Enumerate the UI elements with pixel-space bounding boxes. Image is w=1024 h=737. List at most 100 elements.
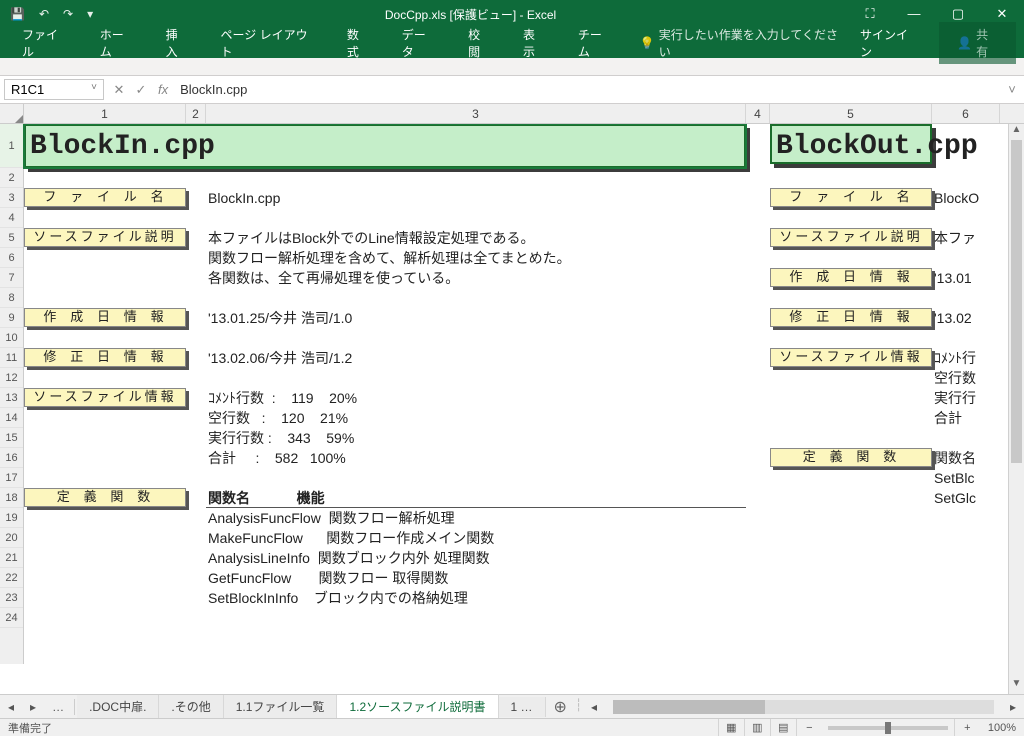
zoom-out-icon[interactable]: −: [796, 719, 822, 736]
scroll-down-icon[interactable]: ▼: [1009, 678, 1024, 694]
qat-customize-icon[interactable]: ▾: [87, 7, 93, 21]
sheet-tab-doc[interactable]: .DOC中扉.: [77, 695, 159, 718]
row-header-6[interactable]: 6: [0, 248, 23, 268]
row-header-13[interactable]: 13: [0, 388, 23, 408]
undo-icon[interactable]: ↶: [39, 7, 49, 21]
row-header-21[interactable]: 21: [0, 548, 23, 568]
zoom-level[interactable]: 100%: [980, 722, 1016, 734]
sheet-nav-more-icon[interactable]: …: [44, 700, 72, 714]
row-header-17[interactable]: 17: [0, 468, 23, 488]
col-header-6[interactable]: 6: [932, 104, 1000, 123]
row-header-1[interactable]: 1: [0, 124, 23, 168]
cell-modified[interactable]: '13.02.06/今井 浩司/1.2: [206, 348, 746, 368]
cell-f4[interactable]: GetFuncFlow 関数フロー 取得関数: [206, 568, 746, 588]
sheet-tab-next[interactable]: 1 …: [499, 697, 546, 717]
row-header-15[interactable]: 15: [0, 428, 23, 448]
zoom-in-icon[interactable]: +: [954, 719, 980, 736]
scroll-thumb[interactable]: [1011, 140, 1022, 463]
sheet-tab-filelist[interactable]: 1.1ファイル一覧: [224, 695, 338, 718]
formula-value[interactable]: BlockIn.cpp: [174, 82, 1000, 97]
row-header-20[interactable]: 20: [0, 528, 23, 548]
view-normal-icon[interactable]: ▦: [718, 719, 744, 736]
name-box[interactable]: R1C1 ˅: [4, 79, 104, 100]
cells-area[interactable]: BlockIn.cpp BlockOut.cpp フ ァ イ ル 名 Block…: [24, 124, 1024, 664]
row-header-4[interactable]: 4: [0, 208, 23, 228]
row-header-3[interactable]: 3: [0, 188, 23, 208]
add-sheet-icon[interactable]: ⊕: [546, 697, 575, 717]
tab-team[interactable]: チーム: [564, 22, 626, 64]
maximize-icon[interactable]: ▢: [936, 6, 980, 22]
cell-f2[interactable]: MakeFuncFlow 関数フロー作成メイン関数: [206, 528, 746, 548]
close-icon[interactable]: ✕: [980, 6, 1024, 22]
cell-f3[interactable]: AnalysisLineInfo 関数ブロック内外 処理関数: [206, 548, 746, 568]
cell-f5[interactable]: SetBlockInInfo ブロック内での格納処理: [206, 588, 746, 608]
cell-stat4[interactable]: 合計 : 582 100%: [206, 448, 746, 468]
signin-button[interactable]: サインイン: [848, 22, 929, 64]
zoom-thumb[interactable]: [885, 722, 891, 734]
cell-fn2b[interactable]: SetBlc: [932, 468, 1000, 488]
col-header-4[interactable]: 4: [746, 104, 770, 123]
cell-desc2b[interactable]: 本ファ: [932, 228, 1000, 248]
cell-modified-2[interactable]: '13.02: [932, 308, 1000, 328]
tab-insert[interactable]: 挿入: [152, 22, 203, 64]
cell-fn2c[interactable]: SetGlc: [932, 488, 1000, 508]
cell-created[interactable]: '13.01.25/今井 浩司/1.0: [206, 308, 746, 328]
row-header-9[interactable]: 9: [0, 308, 23, 328]
expand-formula-icon[interactable]: ˅: [1000, 82, 1024, 97]
tab-formulas[interactable]: 数式: [333, 22, 384, 64]
cell-desc2[interactable]: 関数フロー解析処理を含めて、解析処理は全てまとめた。: [206, 248, 746, 268]
sheet-nav-last-icon[interactable]: ▸: [22, 700, 44, 714]
row-header-2[interactable]: 2: [0, 168, 23, 188]
cell-created-2[interactable]: '13.01: [932, 268, 1000, 288]
cell-filename[interactable]: BlockIn.cpp: [206, 188, 746, 208]
ribbon-options-icon[interactable]: ⛶: [848, 6, 892, 22]
row-header-14[interactable]: 14: [0, 408, 23, 428]
share-button[interactable]: 👤 共有: [939, 22, 1016, 64]
tab-review[interactable]: 校閲: [454, 22, 505, 64]
sheet-tab-srcdesc[interactable]: 1.2ソースファイル説明書: [337, 694, 498, 720]
sheet-tab-other[interactable]: .その他: [159, 695, 223, 718]
hscroll-right-icon[interactable]: ▸: [1002, 700, 1024, 714]
hscroll-thumb[interactable]: [613, 700, 765, 714]
cell-f1[interactable]: AnalysisFuncFlow 関数フロー解析処理: [206, 508, 746, 528]
col-header-3[interactable]: 3: [206, 104, 746, 123]
row-header-24[interactable]: 24: [0, 608, 23, 628]
cell-filename-2[interactable]: BlockO: [932, 188, 1000, 208]
enter-formula-icon[interactable]: ✓: [130, 82, 152, 98]
banner-blockin[interactable]: BlockIn.cpp: [24, 124, 746, 168]
cell-stat1[interactable]: ｺﾒﾝﾄ行数 : 119 20%: [206, 388, 746, 408]
zoom-slider[interactable]: [828, 726, 948, 730]
tell-me[interactable]: 💡 実行したい作業を入力してください: [640, 26, 840, 60]
chevron-down-icon[interactable]: ˅: [91, 82, 97, 93]
fx-icon[interactable]: fx: [152, 82, 174, 97]
row-header-8[interactable]: 8: [0, 288, 23, 308]
banner-blockout[interactable]: BlockOut.cpp: [770, 124, 932, 164]
tab-file[interactable]: ファイル: [8, 22, 82, 64]
tab-view[interactable]: 表示: [509, 22, 560, 64]
cell-desc1[interactable]: 本ファイルはBlock外でのLine情報設定処理である。: [206, 228, 746, 248]
select-all-cell[interactable]: [0, 104, 24, 123]
row-header-16[interactable]: 16: [0, 448, 23, 468]
row-header-7[interactable]: 7: [0, 268, 23, 288]
row-header-11[interactable]: 11: [0, 348, 23, 368]
vertical-scrollbar[interactable]: ▲ ▼: [1008, 124, 1024, 694]
cell-fn2a[interactable]: 関数名: [932, 448, 1000, 468]
cell-stat2[interactable]: 空行数 : 120 21%: [206, 408, 746, 428]
row-header-18[interactable]: 18: [0, 488, 23, 508]
cell-s2a[interactable]: ｺﾒﾝﾄ行: [932, 348, 1000, 368]
sheet-nav-first-icon[interactable]: ◂: [0, 700, 22, 714]
tab-home[interactable]: ホーム: [86, 22, 148, 64]
cell-func-header[interactable]: 関数名 機能: [206, 488, 746, 508]
hscroll-left-icon[interactable]: ◂: [583, 700, 605, 714]
cell-s2c[interactable]: 実行行: [932, 388, 1000, 408]
view-pagelayout-icon[interactable]: ▥: [744, 719, 770, 736]
row-header-10[interactable]: 10: [0, 328, 23, 348]
col-header-2[interactable]: 2: [186, 104, 206, 123]
cancel-formula-icon[interactable]: ✕: [108, 82, 130, 98]
cell-desc3[interactable]: 各関数は、全て再帰処理を使っている。: [206, 268, 746, 288]
cell-s2d[interactable]: 合計: [932, 408, 1000, 428]
tab-data[interactable]: データ: [388, 22, 450, 64]
row-header-22[interactable]: 22: [0, 568, 23, 588]
tab-scroll-split[interactable]: ┆: [575, 698, 583, 716]
minimize-icon[interactable]: —: [892, 6, 936, 22]
